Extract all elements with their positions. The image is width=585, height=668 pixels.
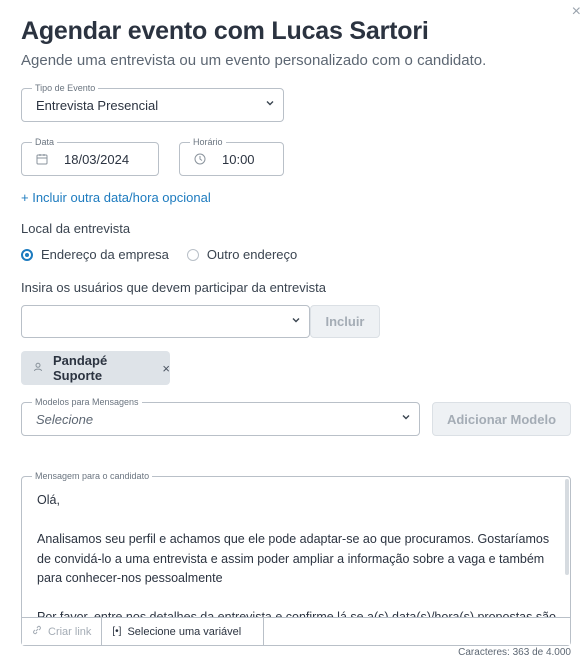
- dialog-title: Agendar evento com Lucas Sartori: [21, 17, 429, 45]
- date-field[interactable]: Data 18/03/2024: [21, 136, 159, 176]
- message-scrollbar[interactable]: [565, 479, 569, 575]
- event-type-legend: Tipo de Evento: [32, 82, 99, 94]
- message-paragraph: Olá,: [37, 493, 60, 507]
- time-legend: Horário: [190, 136, 226, 148]
- participant-chip: Pandapé Suporte ×: [21, 351, 170, 385]
- variable-select[interactable]: [•] Selecione uma variável: [102, 618, 265, 645]
- message-editor[interactable]: Mensagem para o candidato Olá, Analisamo…: [21, 470, 571, 646]
- create-link-button[interactable]: Criar link: [22, 618, 103, 645]
- add-datetime-link[interactable]: + Incluir outra data/hora opcional: [21, 190, 211, 205]
- time-value: 10:00: [222, 152, 255, 167]
- templates-select[interactable]: Modelos para Mensagens Selecione: [21, 396, 420, 436]
- event-type-select[interactable]: Tipo de Evento Entrevista Presencial: [21, 82, 284, 122]
- location-radio-group: Endereço da empresa Outro endereço: [21, 247, 315, 262]
- radio-other-address[interactable]: Outro endereço: [186, 247, 298, 262]
- message-toolbar: Criar link [•] Selecione uma variável: [22, 617, 570, 645]
- templates-legend: Modelos para Mensagens: [32, 396, 142, 408]
- message-legend: Mensagem para o candidato: [32, 470, 153, 482]
- chevron-down-icon: [401, 411, 411, 425]
- include-button[interactable]: Incluir: [310, 305, 380, 338]
- participant-chip-name: Pandapé Suporte: [53, 353, 108, 383]
- add-template-button[interactable]: Adicionar Modelo: [432, 402, 571, 436]
- chevron-down-icon: [265, 97, 275, 111]
- calendar-icon: [36, 153, 48, 168]
- variable-select-label: Selecione uma variável: [127, 625, 242, 638]
- link-icon: [32, 625, 42, 638]
- participants-select[interactable]: [21, 305, 310, 338]
- date-legend: Data: [32, 136, 58, 148]
- variable-icon: [•]: [112, 626, 122, 637]
- radio-other-address-label: Outro endereço: [206, 247, 298, 262]
- radio-unselected-icon: [186, 248, 199, 261]
- radio-company-address-label: Endereço da empresa: [41, 247, 169, 262]
- radio-selected-icon: [21, 248, 33, 261]
- remove-chip-icon[interactable]: ×: [162, 361, 170, 376]
- message-paragraph: Analisamos seu perfil e achamos que ele …: [37, 532, 550, 585]
- date-value: 18/03/2024: [64, 152, 130, 167]
- clock-icon: [194, 153, 206, 168]
- event-type-value: Entrevista Presencial: [36, 98, 159, 113]
- participants-label: Insira os usuários que devem participar …: [21, 280, 326, 295]
- character-counter: Caracteres: 363 de 4.000: [458, 647, 571, 658]
- message-text[interactable]: Olá, Analisamos seu perfil e achamos que…: [37, 491, 557, 619]
- chevron-down-icon: [291, 314, 301, 328]
- dialog-subtitle: Agende uma entrevista ou um evento perso…: [21, 52, 487, 69]
- time-field[interactable]: Horário 10:00: [179, 136, 284, 176]
- templates-placeholder: Selecione: [36, 412, 94, 427]
- create-link-label: Criar link: [48, 625, 92, 638]
- user-icon: [33, 362, 43, 375]
- location-label: Local da entrevista: [21, 221, 131, 236]
- radio-company-address[interactable]: Endereço da empresa: [21, 247, 169, 262]
- close-icon[interactable]: ×: [572, 4, 581, 20]
